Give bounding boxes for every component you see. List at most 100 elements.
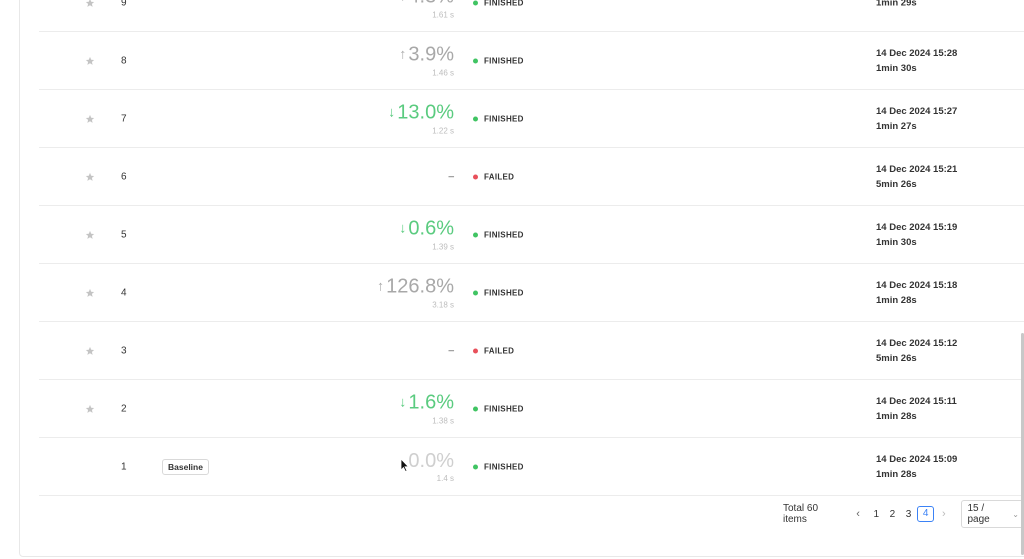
status-badge: FINISHED [473, 462, 524, 471]
run-date: 14 Dec 2024 15:21 [876, 163, 958, 175]
metric-change: ↓ 0.6% [399, 218, 454, 239]
metric-duration: 1.38 s [432, 416, 454, 425]
time-cell: 1min 29s [876, 0, 917, 10]
time-cell: 14 Dec 2024 15:09 1min 28s [876, 452, 957, 482]
star-icon[interactable] [85, 404, 95, 414]
status-dot-icon [473, 464, 478, 469]
status-dot-icon [473, 116, 478, 121]
star-icon[interactable] [85, 114, 95, 124]
time-cell: 14 Dec 2024 15:18 1min 28s [876, 278, 957, 308]
chevron-down-icon: ⌄ [1012, 509, 1019, 519]
table-row[interactable]: 4 ↑ 126.8% 3.18 s FINISHED 14 Dec 2024 15… [39, 264, 1024, 322]
time-cell: 14 Dec 2024 15:11 1min 28s [876, 394, 957, 424]
status-badge: FINISHED [473, 56, 524, 65]
chevron-right-icon[interactable]: › [937, 508, 950, 520]
arrow-down-icon: ↓ [388, 103, 396, 119]
status-dot-icon [473, 290, 478, 295]
page-2-button[interactable]: 2 [885, 509, 900, 520]
page-size-value: 15 / page [967, 503, 990, 525]
baseline-tag: Baseline [162, 458, 209, 475]
metric-percent: 0.6% [408, 217, 454, 239]
status-badge: FINISHED [473, 114, 524, 123]
star-icon[interactable] [85, 288, 95, 298]
metric-change: ↓ 1.6% [399, 392, 454, 413]
metric-percent: 126.8% [386, 275, 454, 297]
runs-table: 9 ↑4.3% 1.61 s FINISHED 1min 29s 8 ↑3.9%… [39, 0, 1024, 496]
table-row[interactable]: 3 – FAILED 14 Dec 2024 15:12 5min 26s [39, 322, 1024, 380]
status-label: FAILED [484, 172, 515, 181]
time-cell: 14 Dec 2024 15:21 5min 26s [876, 162, 957, 192]
status-label: FINISHED [484, 462, 524, 471]
run-elapsed: 1min 28s [876, 294, 917, 306]
table-row[interactable]: 7 ↓ 13.0% 1.22 s FINISHED 14 Dec 2024 15:… [39, 90, 1024, 148]
status-dot-icon [473, 174, 478, 179]
page-1-button[interactable]: 1 [869, 509, 884, 520]
mouse-cursor-icon [400, 458, 410, 472]
star-icon[interactable] [85, 172, 95, 182]
star-icon[interactable] [85, 346, 95, 356]
table-row[interactable]: 1 Baseline 0.0% 1.4 s FINISHED 14 Dec 202… [39, 438, 1024, 496]
time-cell: 14 Dec 2024 15:19 1min 30s [876, 220, 957, 250]
status-label: FINISHED [484, 114, 524, 123]
run-elapsed: 1min 29s [876, 0, 917, 8]
status-dot-icon [473, 348, 478, 353]
run-elapsed: 1min 30s [876, 236, 917, 248]
table-row[interactable]: 9 ↑4.3% 1.61 s FINISHED 1min 29s [39, 0, 1024, 32]
star-icon[interactable] [85, 230, 95, 240]
status-badge: FAILED [473, 346, 514, 355]
metric-cell: ↑4.3% 1.61 s [399, 0, 454, 19]
time-cell: 14 Dec 2024 15:12 5min 26s [876, 336, 957, 366]
table-row[interactable]: 2 ↓ 1.6% 1.38 s FINISHED 14 Dec 2024 15:1… [39, 380, 1024, 438]
metric-empty: – [448, 345, 454, 356]
run-index: 7 [121, 113, 127, 124]
chevron-left-icon[interactable]: ‹ [851, 508, 864, 520]
run-elapsed: 5min 26s [876, 352, 917, 364]
metric-percent: 4.3% [408, 0, 454, 7]
star-icon[interactable] [85, 56, 95, 66]
run-date: 14 Dec 2024 15:27 [876, 105, 958, 117]
time-cell: 14 Dec 2024 15:27 1min 27s [876, 104, 957, 134]
table-row[interactable]: 5 ↓ 0.6% 1.39 s FINISHED 14 Dec 2024 15:1… [39, 206, 1024, 264]
metric-change: ↑ 126.8% [377, 276, 454, 297]
status-badge: FINISHED [473, 404, 524, 413]
arrow-down-icon: ↓ [399, 393, 407, 409]
run-elapsed: 5min 26s [876, 178, 917, 190]
run-index: 4 [121, 287, 127, 298]
metric-duration: 1.22 s [432, 126, 454, 135]
page-size-select[interactable]: 15 / page ⌄ [961, 500, 1024, 528]
table-row[interactable]: 6 – FAILED 14 Dec 2024 15:21 5min 26s [39, 148, 1024, 206]
table-row[interactable]: 8 ↑ 3.9% 1.46 s FINISHED 14 Dec 2024 15:2… [39, 32, 1024, 90]
run-index: 5 [121, 229, 127, 240]
status-label: FINISHED [484, 404, 524, 413]
run-index: 2 [121, 403, 127, 414]
arrow-down-icon: ↓ [399, 219, 407, 235]
total-items-label: Total 60 items [783, 503, 819, 525]
run-date: 14 Dec 2024 15:28 [876, 47, 958, 59]
run-index: 9 [121, 0, 127, 8]
status-dot-icon [473, 58, 478, 63]
metric-cell: ↓ 0.6% 1.39 s [399, 218, 454, 251]
page-3-button[interactable]: 3 [901, 509, 916, 520]
run-date: 14 Dec 2024 15:12 [876, 337, 958, 349]
run-date: 14 Dec 2024 15:11 [876, 395, 957, 407]
metric-percent: 13.0% [397, 101, 454, 123]
star-icon[interactable] [85, 0, 95, 8]
page-4-button[interactable]: 4 [917, 506, 935, 522]
metric-percent: 1.6% [408, 391, 454, 413]
arrow-up-icon: ↑ [377, 277, 385, 293]
run-index: 6 [121, 171, 127, 182]
run-index: 1 [121, 461, 127, 472]
metric-percent: 3.9% [408, 43, 454, 65]
metric-duration: 1.4 s [436, 473, 454, 483]
status-dot-icon [473, 0, 478, 5]
run-index: 8 [121, 55, 127, 66]
time-cell: 14 Dec 2024 15:28 1min 30s [876, 46, 957, 76]
arrow-up-icon: ↑ [399, 45, 407, 61]
run-date: 14 Dec 2024 15:09 [876, 453, 958, 465]
metric-cell: 0.0% 1.4 s [408, 451, 454, 483]
status-dot-icon [473, 406, 478, 411]
status-label: FINISHED [484, 288, 524, 297]
status-badge: FAILED [473, 172, 514, 181]
metric-duration: 1.39 s [432, 242, 454, 251]
metric-cell: ↓ 13.0% 1.22 s [388, 102, 454, 135]
